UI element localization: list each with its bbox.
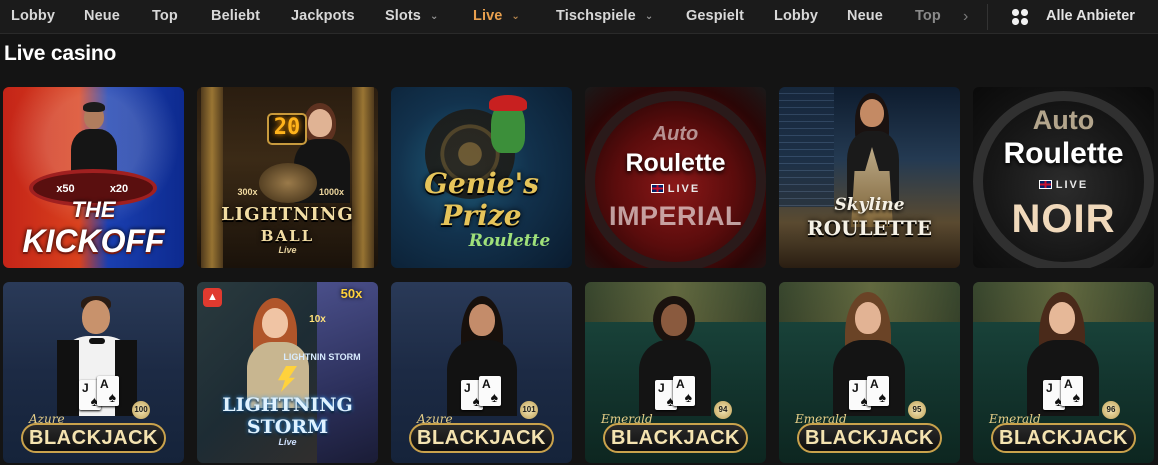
nav-item-top[interactable]: Top	[152, 0, 178, 34]
provider-filter-label[interactable]: Alle Anbieter	[1046, 0, 1135, 34]
nav-item-lobby-2[interactable]: Lobby	[774, 0, 818, 34]
nav-item-tischspiele[interactable]: Tischspiele ⌄	[556, 0, 653, 34]
uk-flag-icon	[650, 184, 664, 193]
nav-item-beliebt[interactable]: Beliebt	[211, 0, 260, 34]
playing-card: A ♠	[673, 376, 695, 406]
nav-item-slots-label: Slots	[385, 8, 421, 24]
nav-item-jackpots[interactable]: Jackpots	[291, 0, 355, 34]
table-number: 100	[132, 401, 150, 419]
table-number: 101	[520, 401, 538, 419]
mini-logo: LIGHTNIN STORM	[283, 352, 361, 362]
game-title: BLACKJACK	[21, 423, 166, 453]
game-title: BLACKJACK	[603, 423, 748, 453]
nav-item-lobby[interactable]: Lobby	[11, 0, 55, 34]
table-number: 96	[1102, 401, 1120, 419]
game-title-line2: Prize	[441, 199, 522, 232]
game-tile-auto-roulette-noir[interactable]: Auto Roulette LIVE NOIR	[973, 87, 1154, 268]
nav-item-live-label: Live	[473, 8, 503, 24]
game-tile-auto-roulette-imperial[interactable]: Auto Roulette LIVE IMPERIAL	[585, 87, 766, 268]
game-title: BLACKJACK	[991, 423, 1136, 453]
live-tag: Live	[278, 245, 297, 255]
game-title-line1: LIGHTNING	[221, 204, 354, 225]
game-title-line1: Auto	[1032, 105, 1095, 135]
game-title-line2: Roulette	[625, 149, 726, 177]
playing-card: A ♠	[479, 376, 501, 406]
nav-item-slots[interactable]: Slots ⌄	[385, 0, 438, 34]
table-number: 95	[908, 401, 926, 419]
game-title: BLACKJACK	[797, 423, 942, 453]
nav-item-neue[interactable]: Neue	[84, 0, 120, 34]
live-badge-label: LIVE	[667, 183, 701, 195]
game-title-line3: NOIR	[1011, 197, 1116, 241]
game-tile-emerald-blackjack-95[interactable]: J ♠ A ♠ Emerald 95 BLACKJACK	[779, 282, 960, 463]
game-title-line3: Roulette	[468, 231, 551, 251]
playing-card: A ♠	[867, 376, 889, 406]
section-title: Live casino	[4, 42, 117, 65]
game-title-line1: LIGHTNING	[222, 394, 353, 416]
table-number: 94	[714, 401, 732, 419]
game-tile-azure-blackjack-100[interactable]: J ♠ A ♠ Azure 100 BLACKJACK	[3, 282, 184, 463]
fire-icon: ▲	[203, 288, 222, 307]
live-tag: Live	[278, 437, 297, 447]
nav-divider	[987, 4, 988, 30]
uk-flag-icon	[1038, 180, 1052, 189]
live-badge: LIVE	[973, 179, 1154, 191]
game-title-line2: STORM	[246, 416, 329, 438]
game-title-line1: Genie's	[424, 167, 539, 200]
game-tile-lightning-storm[interactable]: ▲ 50x 10x LIGHTNIN STORM LIGHTNING STORM…	[197, 282, 378, 463]
game-tile-genies-prize-roulette[interactable]: Genie's Prize Roulette	[391, 87, 572, 268]
chevron-right-icon[interactable]: ›	[963, 0, 968, 34]
multiplier-top: 50x	[340, 286, 363, 301]
game-title-line1: THE	[71, 197, 116, 222]
nav-item-tischspiele-label: Tischspiele	[556, 8, 636, 24]
game-tile-skyline-roulette[interactable]: Skyline ROULETTE	[779, 87, 960, 268]
multiplier-mid: 10x	[309, 314, 326, 325]
game-title-line2: KICKOFF	[22, 223, 165, 259]
nav-item-top-2[interactable]: Top	[915, 0, 941, 34]
game-title: BLACKJACK	[409, 423, 554, 453]
game-tile-the-kickoff[interactable]: x50 x20 THE KICKOFF	[3, 87, 184, 268]
chevron-down-icon: ⌄	[511, 11, 520, 22]
game-title-line1: Auto	[652, 123, 699, 145]
game-tile-emerald-blackjack-96[interactable]: J ♠ A ♠ Emerald 96 BLACKJACK	[973, 282, 1154, 463]
dealer-figure	[69, 101, 119, 181]
game-tile-emerald-blackjack-94[interactable]: J ♠ A ♠ Emerald 94 BLACKJACK	[585, 282, 766, 463]
chevron-down-icon: ⌄	[429, 11, 439, 22]
playing-card: A ♠	[1061, 376, 1083, 406]
game-title-line3: IMPERIAL	[608, 201, 742, 231]
multiplier-right: 1000x	[318, 187, 345, 197]
nav-item-neue-2[interactable]: Neue	[847, 0, 883, 34]
live-badge-label: LIVE	[1055, 179, 1089, 191]
game-title-line1: Skyline	[834, 195, 905, 215]
live-badge: LIVE	[585, 183, 766, 195]
game-tile-lightning-ball[interactable]: 20 300x 1000x LIGHTNING BALL Live	[197, 87, 378, 268]
playing-card: A ♠	[97, 376, 119, 406]
game-tile-azure-blackjack-101[interactable]: J ♠ A ♠ Azure 101 BLACKJACK	[391, 282, 572, 463]
nav-item-gespielt[interactable]: Gespielt	[686, 0, 744, 34]
multiplier-right: x20	[109, 183, 129, 195]
grid-dots-icon[interactable]	[1012, 9, 1028, 25]
game-title-line2: BALL	[260, 227, 315, 245]
game-title-line2: Roulette	[1003, 137, 1124, 170]
ball-number: 20	[273, 115, 301, 140]
top-nav: Lobby Neue Top Beliebt Jackpots Slots ⌄ L…	[0, 0, 1158, 34]
chevron-down-icon: ⌄	[644, 11, 654, 22]
game-title-line2: ROULETTE	[806, 216, 933, 240]
nav-item-live[interactable]: Live ⌄	[473, 0, 520, 34]
